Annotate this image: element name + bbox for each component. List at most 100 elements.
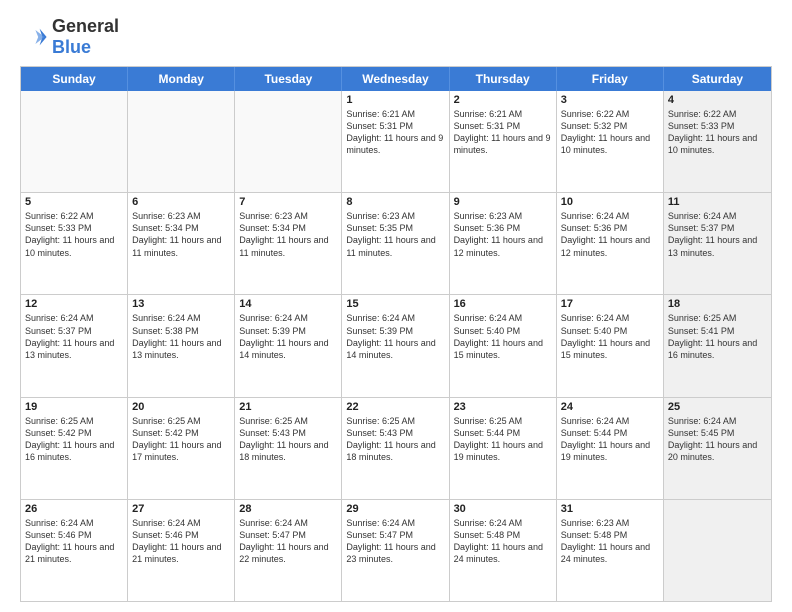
header-monday: Monday	[128, 67, 235, 91]
day-cell-20: 20 Sunrise: 6:25 AM Sunset: 5:42 PM Dayli…	[128, 398, 235, 499]
day-cell-13: 13 Sunrise: 6:24 AM Sunset: 5:38 PM Dayli…	[128, 295, 235, 396]
day-cell-17: 17 Sunrise: 6:24 AM Sunset: 5:40 PM Dayli…	[557, 295, 664, 396]
day-number: 6	[132, 196, 230, 208]
day-cell-7: 7 Sunrise: 6:23 AM Sunset: 5:34 PM Daylig…	[235, 193, 342, 294]
page: General Blue SundayMondayTuesdayWednesda…	[0, 0, 792, 612]
day-cell-11: 11Sunrise: 6:24 AM Sunset: 5:37 PM Dayli…	[664, 193, 771, 294]
header-sunday: Sunday	[21, 67, 128, 91]
day-cell-24: 24 Sunrise: 6:24 AM Sunset: 5:44 PM Dayli…	[557, 398, 664, 499]
day-cell-27: 27Sunrise: 6:24 AM Sunset: 5:46 PM Dayli…	[128, 500, 235, 601]
day-info: Sunrise: 6:24 AM Sunset: 5:47 PM Dayligh…	[239, 517, 337, 566]
day-info: Sunrise: 6:25 AM Sunset: 5:44 PM Dayligh…	[454, 415, 552, 464]
day-info: Sunrise: 6:23 AM Sunset: 5:36 PM Dayligh…	[454, 210, 552, 259]
day-cell-16: 16Sunrise: 6:24 AM Sunset: 5:40 PM Dayli…	[450, 295, 557, 396]
day-number: 18	[668, 298, 767, 310]
day-cell-1: 1 Sunrise: 6:21 AM Sunset: 5:31 PM Daylig…	[342, 91, 449, 192]
day-info: Sunrise: 6:24 AM Sunset: 5:38 PM Dayligh…	[132, 312, 230, 361]
day-info: Sunrise: 6:24 AM Sunset: 5:37 PM Dayligh…	[668, 210, 767, 259]
day-number: 12	[25, 298, 123, 310]
logo-general: General	[52, 16, 119, 36]
header-wednesday: Wednesday	[342, 67, 449, 91]
day-cell-8: 8 Sunrise: 6:23 AM Sunset: 5:35 PM Daylig…	[342, 193, 449, 294]
day-cell-3: 3 Sunrise: 6:22 AM Sunset: 5:32 PM Daylig…	[557, 91, 664, 192]
day-number: 17	[561, 298, 659, 310]
header: General Blue	[20, 16, 772, 58]
day-cell-5: 5 Sunrise: 6:22 AM Sunset: 5:33 PM Daylig…	[21, 193, 128, 294]
day-number: 28	[239, 503, 337, 515]
day-number: 19	[25, 401, 123, 413]
day-number: 3	[561, 94, 659, 106]
day-info: Sunrise: 6:24 AM Sunset: 5:44 PM Dayligh…	[561, 415, 659, 464]
header-friday: Friday	[557, 67, 664, 91]
day-number: 31	[561, 503, 659, 515]
day-info: Sunrise: 6:24 AM Sunset: 5:48 PM Dayligh…	[454, 517, 552, 566]
day-number: 27	[132, 503, 230, 515]
day-cell-2: 2 Sunrise: 6:21 AM Sunset: 5:31 PM Daylig…	[450, 91, 557, 192]
day-info: Sunrise: 6:25 AM Sunset: 5:42 PM Dayligh…	[132, 415, 230, 464]
generalblue-logo-icon	[20, 23, 48, 51]
day-number: 15	[346, 298, 444, 310]
day-number: 8	[346, 196, 444, 208]
empty-cell	[128, 91, 235, 192]
day-number: 22	[346, 401, 444, 413]
day-cell-15: 15 Sunrise: 6:24 AM Sunset: 5:39 PM Dayli…	[342, 295, 449, 396]
empty-cell	[21, 91, 128, 192]
day-cell-30: 30Sunrise: 6:24 AM Sunset: 5:48 PM Dayli…	[450, 500, 557, 601]
day-info: Sunrise: 6:24 AM Sunset: 5:39 PM Dayligh…	[346, 312, 444, 361]
day-info: Sunrise: 6:23 AM Sunset: 5:48 PM Dayligh…	[561, 517, 659, 566]
day-cell-31: 31 Sunrise: 6:23 AM Sunset: 5:48 PM Dayli…	[557, 500, 664, 601]
header-tuesday: Tuesday	[235, 67, 342, 91]
day-cell-12: 12 Sunrise: 6:24 AM Sunset: 5:37 PM Dayli…	[21, 295, 128, 396]
day-number: 23	[454, 401, 552, 413]
day-number: 2	[454, 94, 552, 106]
day-info: Sunrise: 6:22 AM Sunset: 5:32 PM Dayligh…	[561, 108, 659, 157]
day-cell-23: 23 Sunrise: 6:25 AM Sunset: 5:44 PM Dayli…	[450, 398, 557, 499]
day-info: Sunrise: 6:22 AM Sunset: 5:33 PM Dayligh…	[668, 108, 767, 157]
day-info: Sunrise: 6:23 AM Sunset: 5:34 PM Dayligh…	[132, 210, 230, 259]
day-info: Sunrise: 6:25 AM Sunset: 5:41 PM Dayligh…	[668, 312, 767, 361]
day-info: Sunrise: 6:24 AM Sunset: 5:37 PM Dayligh…	[25, 312, 123, 361]
calendar: SundayMondayTuesdayWednesdayThursdayFrid…	[20, 66, 772, 602]
day-number: 5	[25, 196, 123, 208]
day-number: 13	[132, 298, 230, 310]
day-info: Sunrise: 6:24 AM Sunset: 5:45 PM Dayligh…	[668, 415, 767, 464]
empty-cell	[664, 500, 771, 601]
calendar-body: 1 Sunrise: 6:21 AM Sunset: 5:31 PM Daylig…	[21, 91, 771, 601]
week-row-2: 5 Sunrise: 6:22 AM Sunset: 5:33 PM Daylig…	[21, 193, 771, 295]
day-info: Sunrise: 6:25 AM Sunset: 5:43 PM Dayligh…	[239, 415, 337, 464]
day-cell-6: 6 Sunrise: 6:23 AM Sunset: 5:34 PM Daylig…	[128, 193, 235, 294]
header-thursday: Thursday	[450, 67, 557, 91]
day-number: 14	[239, 298, 337, 310]
calendar-header: SundayMondayTuesdayWednesdayThursdayFrid…	[21, 67, 771, 91]
day-number: 29	[346, 503, 444, 515]
day-info: Sunrise: 6:24 AM Sunset: 5:40 PM Dayligh…	[561, 312, 659, 361]
day-cell-25: 25 Sunrise: 6:24 AM Sunset: 5:45 PM Dayli…	[664, 398, 771, 499]
header-saturday: Saturday	[664, 67, 771, 91]
day-number: 16	[454, 298, 552, 310]
day-cell-14: 14 Sunrise: 6:24 AM Sunset: 5:39 PM Dayli…	[235, 295, 342, 396]
day-info: Sunrise: 6:22 AM Sunset: 5:33 PM Dayligh…	[25, 210, 123, 259]
day-info: Sunrise: 6:23 AM Sunset: 5:34 PM Dayligh…	[239, 210, 337, 259]
day-number: 9	[454, 196, 552, 208]
week-row-4: 19 Sunrise: 6:25 AM Sunset: 5:42 PM Dayli…	[21, 398, 771, 500]
day-info: Sunrise: 6:24 AM Sunset: 5:39 PM Dayligh…	[239, 312, 337, 361]
day-cell-4: 4 Sunrise: 6:22 AM Sunset: 5:33 PM Daylig…	[664, 91, 771, 192]
day-number: 4	[668, 94, 767, 106]
day-info: Sunrise: 6:23 AM Sunset: 5:35 PM Dayligh…	[346, 210, 444, 259]
day-number: 25	[668, 401, 767, 413]
day-number: 7	[239, 196, 337, 208]
day-number: 26	[25, 503, 123, 515]
day-info: Sunrise: 6:21 AM Sunset: 5:31 PM Dayligh…	[346, 108, 444, 157]
day-info: Sunrise: 6:25 AM Sunset: 5:43 PM Dayligh…	[346, 415, 444, 464]
day-number: 24	[561, 401, 659, 413]
day-info: Sunrise: 6:21 AM Sunset: 5:31 PM Dayligh…	[454, 108, 552, 157]
week-row-3: 12 Sunrise: 6:24 AM Sunset: 5:37 PM Dayli…	[21, 295, 771, 397]
week-row-5: 26Sunrise: 6:24 AM Sunset: 5:46 PM Dayli…	[21, 500, 771, 601]
logo-blue: Blue	[52, 37, 91, 57]
day-number: 1	[346, 94, 444, 106]
day-info: Sunrise: 6:24 AM Sunset: 5:47 PM Dayligh…	[346, 517, 444, 566]
day-cell-29: 29 Sunrise: 6:24 AM Sunset: 5:47 PM Dayli…	[342, 500, 449, 601]
day-cell-9: 9 Sunrise: 6:23 AM Sunset: 5:36 PM Daylig…	[450, 193, 557, 294]
day-number: 20	[132, 401, 230, 413]
day-info: Sunrise: 6:24 AM Sunset: 5:36 PM Dayligh…	[561, 210, 659, 259]
